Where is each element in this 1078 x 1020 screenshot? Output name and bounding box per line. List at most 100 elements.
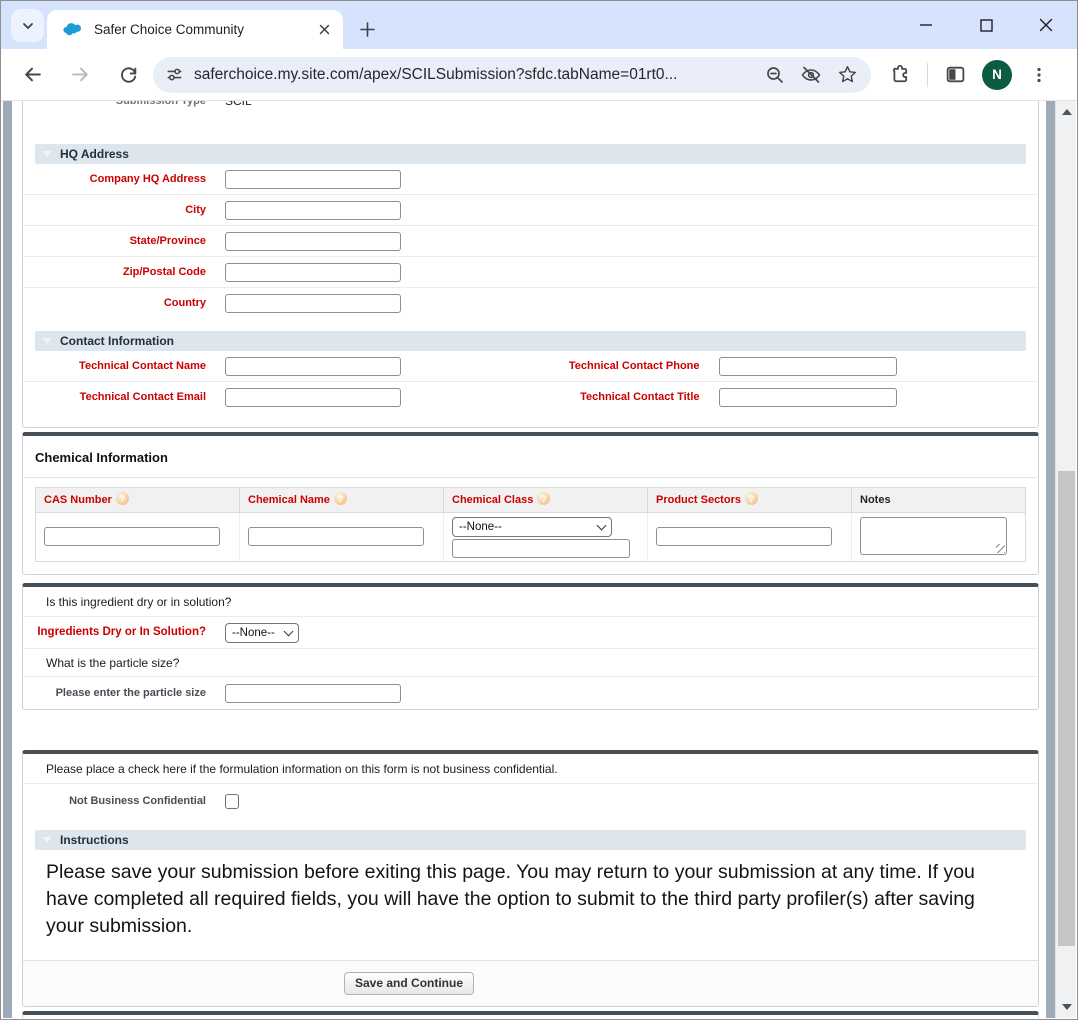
extensions-icon[interactable] — [883, 58, 917, 92]
help-icon[interactable]: ? — [537, 492, 551, 505]
address-bar[interactable]: saferchoice.my.site.com/apex/SCILSubmiss… — [153, 56, 871, 93]
help-icon[interactable]: ? — [744, 492, 758, 505]
zip-postal-code-input[interactable] — [225, 262, 401, 282]
confidential-note-text: Please place a check here if the formula… — [46, 761, 558, 776]
resize-grip-icon[interactable] — [996, 544, 1005, 553]
particle-size-input[interactable] — [225, 683, 401, 703]
page-left-margin — [3, 101, 12, 1018]
close-button[interactable] — [1035, 14, 1057, 36]
new-tab-button[interactable] — [353, 15, 381, 43]
section-header-contact-information[interactable]: Contact Information — [35, 331, 1026, 351]
save-and-continue-button[interactable]: Save and Continue — [344, 972, 475, 995]
tab-close-icon[interactable] — [315, 21, 333, 39]
zoom-out-icon[interactable] — [761, 61, 789, 89]
tab-strip: Safer Choice Community — [1, 1, 1077, 49]
field-label: City — [185, 203, 206, 216]
column-label: CAS Number — [44, 494, 112, 506]
product-sectors-input[interactable] — [656, 527, 832, 546]
field-row-zip-postal: Zip/Postal Code — [23, 257, 1038, 288]
salesforce-cloud-icon — [63, 22, 84, 37]
profile-avatar[interactable]: N — [982, 59, 1012, 90]
help-icon[interactable]: ? — [333, 492, 347, 505]
chemical-name-input[interactable] — [248, 527, 424, 546]
toolbar-separator — [927, 62, 928, 87]
browser-window: Safer Choice Community saferchoice.my.si… — [0, 0, 1078, 1020]
column-header-notes: Notes — [852, 488, 1025, 512]
scroll-down-arrow-icon[interactable] — [1056, 998, 1076, 1016]
maximize-button[interactable] — [975, 14, 997, 36]
country-input[interactable] — [225, 294, 401, 313]
scroll-up-arrow-icon[interactable] — [1056, 103, 1076, 121]
minimize-button[interactable] — [915, 14, 937, 36]
field-label: Please enter the particle size — [55, 687, 206, 699]
browser-tab[interactable]: Safer Choice Community — [47, 10, 343, 49]
section-title: HQ Address — [60, 147, 129, 161]
tab-search-button[interactable] — [11, 9, 44, 42]
column-label: Notes — [860, 494, 891, 506]
cell-chemical-class: --None-- — [444, 513, 648, 561]
reload-icon[interactable] — [111, 58, 145, 92]
field-label: Technical Contact Phone — [568, 359, 700, 372]
field-row-particle-size: Please enter the particle size — [23, 677, 1038, 709]
bookmark-star-icon[interactable] — [833, 61, 861, 89]
cell-notes — [852, 513, 1025, 561]
company-hq-address-input[interactable] — [225, 169, 401, 189]
button-footer: Save and Continue — [23, 960, 1038, 1006]
state-province-input[interactable] — [225, 231, 401, 251]
technical-contact-email-input[interactable] — [225, 388, 401, 407]
cas-number-input[interactable] — [44, 527, 220, 546]
forward-icon[interactable] — [63, 58, 97, 92]
contact-row-1: Technical Contact Name Technical Contact… — [23, 351, 1038, 382]
select-value: --None-- — [232, 626, 275, 639]
chemical-class-select[interactable]: --None-- — [452, 517, 612, 537]
site-settings-icon[interactable] — [165, 65, 184, 84]
form-content: Submission Type SCIL HQ Address Company … — [22, 101, 1039, 1018]
column-header-cas-number: CAS Number ? — [36, 488, 240, 512]
section-title: Contact Information — [60, 334, 174, 348]
column-label: Chemical Name — [248, 494, 330, 506]
field-label: Technical Contact Email — [79, 391, 206, 404]
technical-contact-name-input[interactable] — [225, 356, 401, 376]
instructions-text: Please save your submission before exiti… — [46, 861, 975, 937]
page-viewport: Submission Type SCIL HQ Address Company … — [2, 101, 1076, 1018]
help-icon[interactable]: ? — [115, 492, 129, 505]
browser-toolbar: saferchoice.my.site.com/apex/SCILSubmiss… — [1, 49, 1077, 101]
cell-cas-number — [36, 513, 240, 561]
cell-chemical-name — [240, 513, 444, 561]
field-label: State/Province — [129, 234, 206, 247]
scrollbar-thumb[interactable] — [1058, 471, 1075, 946]
field-label: Technical Contact Name — [79, 359, 206, 372]
technical-contact-title-input[interactable] — [718, 388, 897, 407]
section-header-hq-address[interactable]: HQ Address — [35, 144, 1026, 164]
column-header-chemical-name: Chemical Name ? — [240, 488, 444, 512]
collapse-triangle-icon[interactable] — [42, 837, 52, 843]
city-input[interactable] — [225, 200, 401, 220]
technical-contact-phone-input[interactable] — [718, 356, 897, 376]
ingredients-dry-or-solution-select[interactable]: --None-- — [225, 622, 299, 643]
chevron-down-icon — [596, 520, 607, 531]
notes-textarea[interactable] — [860, 517, 1007, 555]
collapse-triangle-icon[interactable] — [42, 151, 52, 157]
section-header-instructions[interactable]: Instructions — [35, 830, 1026, 850]
vertical-scrollbar[interactable] — [1055, 101, 1076, 1018]
not-business-confidential-checkbox[interactable] — [225, 793, 239, 809]
chevron-down-icon — [21, 19, 35, 33]
chemical-table-row: --None-- — [36, 513, 1025, 561]
column-header-product-sectors: Product Sectors ? — [648, 488, 852, 512]
url-text[interactable]: saferchoice.my.site.com/apex/SCILSubmiss… — [194, 66, 761, 84]
chemical-information-title: Chemical Information — [35, 450, 168, 465]
password-hidden-eye-icon[interactable] — [797, 61, 825, 89]
divider — [24, 477, 1037, 478]
side-panel-icon[interactable] — [938, 58, 972, 92]
back-icon[interactable] — [15, 58, 49, 92]
chevron-down-icon — [283, 626, 294, 636]
field-label: Ingredients Dry or In Solution? — [37, 626, 206, 639]
collapse-triangle-icon[interactable] — [42, 338, 52, 344]
browser-menu-icon[interactable] — [1022, 58, 1056, 92]
field-row-city: City — [23, 195, 1038, 226]
field-label: Company HQ Address — [89, 172, 206, 185]
cell-product-sectors — [648, 513, 852, 561]
panel-attachments: Attachments — [22, 1011, 1039, 1018]
field-label: Country — [163, 297, 206, 310]
chemical-class-other-input[interactable] — [452, 539, 630, 558]
